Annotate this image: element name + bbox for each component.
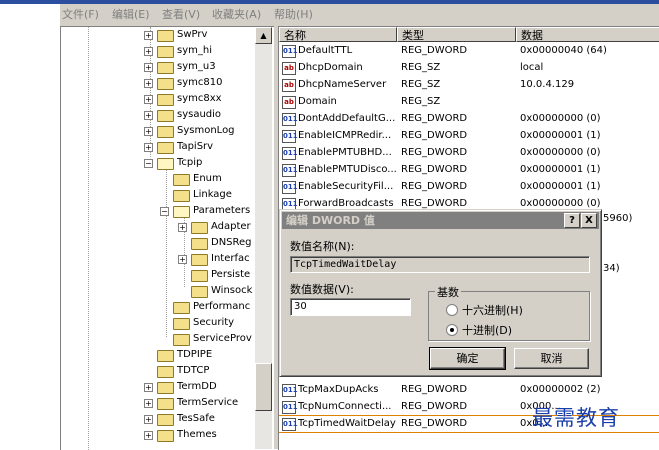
folder-icon xyxy=(157,62,174,74)
list-row[interactable]: ab DhcpDomain REG_SZ local xyxy=(279,60,659,76)
column-header-data[interactable]: 数据 xyxy=(516,27,659,42)
folder-icon xyxy=(191,270,208,282)
help-button[interactable]: ? xyxy=(564,213,580,228)
folder-icon xyxy=(157,414,174,426)
scroll-up-arrow-icon[interactable]: ▲ xyxy=(255,27,272,44)
folder-icon xyxy=(173,190,190,202)
list-row[interactable]: ab Domain REG_SZ xyxy=(279,94,659,110)
dialog-titlebar[interactable]: 编辑 DWORD 值 ? X xyxy=(282,212,599,229)
hex-radio[interactable] xyxy=(446,304,458,316)
folder-icon xyxy=(157,30,174,42)
registry-tree[interactable]: + SwPrv + sym_hi + sym_u3 + symc810 + symc8xx… xyxy=(60,26,274,450)
scrollbar-thumb[interactable] xyxy=(255,363,272,411)
watermark-text: 最需教育 xyxy=(532,406,620,430)
value-name-field: TcpTimedWaitDelay xyxy=(290,256,590,273)
hex-radio-label[interactable]: 十六进制(H) xyxy=(462,302,523,318)
list-row[interactable]: 011 EnablePMTUDisco... REG_DWORD 0x00000001… xyxy=(279,162,659,178)
edit-dword-dialog: 编辑 DWORD 值 ? X 数值名称(N): TcpTimedWaitDela… xyxy=(279,209,602,377)
base-group: 基数 十六进制(H) 十进制(D) xyxy=(428,284,590,341)
folder-icon xyxy=(173,318,190,330)
folder-icon xyxy=(191,286,208,298)
list-row[interactable]: 011 DefaultTTL REG_DWORD 0x00000040 (64) xyxy=(279,43,659,59)
folder-icon xyxy=(157,78,174,90)
dword-value-icon: 011 xyxy=(282,130,298,143)
folder-icon xyxy=(191,222,208,234)
close-button[interactable]: X xyxy=(581,213,597,228)
value-name-label: 数值名称(N): xyxy=(290,240,355,253)
menu-view[interactable]: 查看(V) xyxy=(162,6,200,22)
string-value-icon: ab xyxy=(282,79,296,92)
value-data-input[interactable]: 30 xyxy=(290,298,411,316)
list-row[interactable]: 011 DontAddDefaultG... REG_DWORD 0x00000000… xyxy=(279,111,659,127)
dec-radio[interactable] xyxy=(446,324,458,336)
string-value-icon: ab xyxy=(282,62,296,75)
dword-value-icon: 011 xyxy=(282,384,298,397)
dword-value-icon: 011 xyxy=(282,418,298,431)
menu-file[interactable]: 文件(F) xyxy=(62,6,99,22)
list-row[interactable]: 011 EnableICMPRedir... REG_DWORD 0x00000001… xyxy=(279,128,659,144)
folder-open-icon xyxy=(173,206,190,218)
column-header-type[interactable]: 类型 xyxy=(397,27,516,42)
dword-value-icon: 011 xyxy=(282,181,298,194)
tree-scrollbar[interactable]: ▲ xyxy=(255,27,272,449)
folder-open-icon xyxy=(157,158,174,170)
menu-help[interactable]: 帮助(H) xyxy=(274,6,313,22)
tree-line xyxy=(88,27,89,450)
folder-icon xyxy=(173,334,190,346)
folder-icon xyxy=(157,142,174,154)
folder-icon xyxy=(157,46,174,58)
cancel-button[interactable]: 取消 xyxy=(514,348,589,369)
folder-icon xyxy=(157,110,174,122)
folder-icon xyxy=(173,302,190,314)
list-row[interactable]: 011 EnableSecurityFil... REG_DWORD 0x000000… xyxy=(279,179,659,195)
list-cell-partial: 34) xyxy=(603,263,620,274)
ok-button[interactable]: 确定 xyxy=(429,347,506,370)
folder-icon xyxy=(157,126,174,138)
folder-icon xyxy=(173,174,190,186)
radio-selected-dot xyxy=(450,328,454,332)
dec-radio-label[interactable]: 十进制(D) xyxy=(462,322,512,338)
string-value-icon: ab xyxy=(282,96,296,109)
folder-icon xyxy=(157,430,174,442)
tree-line xyxy=(166,167,167,337)
menu-edit[interactable]: 编辑(E) xyxy=(112,6,150,22)
list-row[interactable]: ab DhcpNameServer REG_SZ 10.0.4.129 xyxy=(279,77,659,93)
list-row[interactable]: 011 TcpMaxDupAcks REG_DWORD 0x00000002 (2) xyxy=(279,382,659,398)
folder-icon xyxy=(191,254,208,266)
column-header-name[interactable]: 名称 xyxy=(279,27,397,42)
menu-favorites[interactable]: 收藏夹(A) xyxy=(212,6,261,22)
dword-value-icon: 011 xyxy=(282,401,298,414)
dword-value-icon: 011 xyxy=(282,113,298,126)
dword-value-icon: 011 xyxy=(282,147,298,160)
folder-icon xyxy=(157,398,174,410)
folder-icon xyxy=(157,366,174,378)
folder-icon xyxy=(157,382,174,394)
list-cell-partial: 5960) xyxy=(603,213,633,224)
base-group-label: 基数 xyxy=(435,284,461,300)
value-data-label: 数值数据(V): xyxy=(290,283,354,296)
list-row[interactable]: 011 EnablePMTUBHD... REG_DWORD 0x00000000 (… xyxy=(279,145,659,161)
dialog-title: 编辑 DWORD 值 xyxy=(286,214,375,227)
menu-bar: 文件(F) 编辑(E) 查看(V) 收藏夹(A) 帮助(H) xyxy=(60,4,659,22)
folder-icon xyxy=(191,238,208,250)
dword-value-icon: 011 xyxy=(282,164,298,177)
folder-icon xyxy=(157,350,174,362)
folder-icon xyxy=(157,94,174,106)
dword-value-icon: 011 xyxy=(282,45,298,58)
